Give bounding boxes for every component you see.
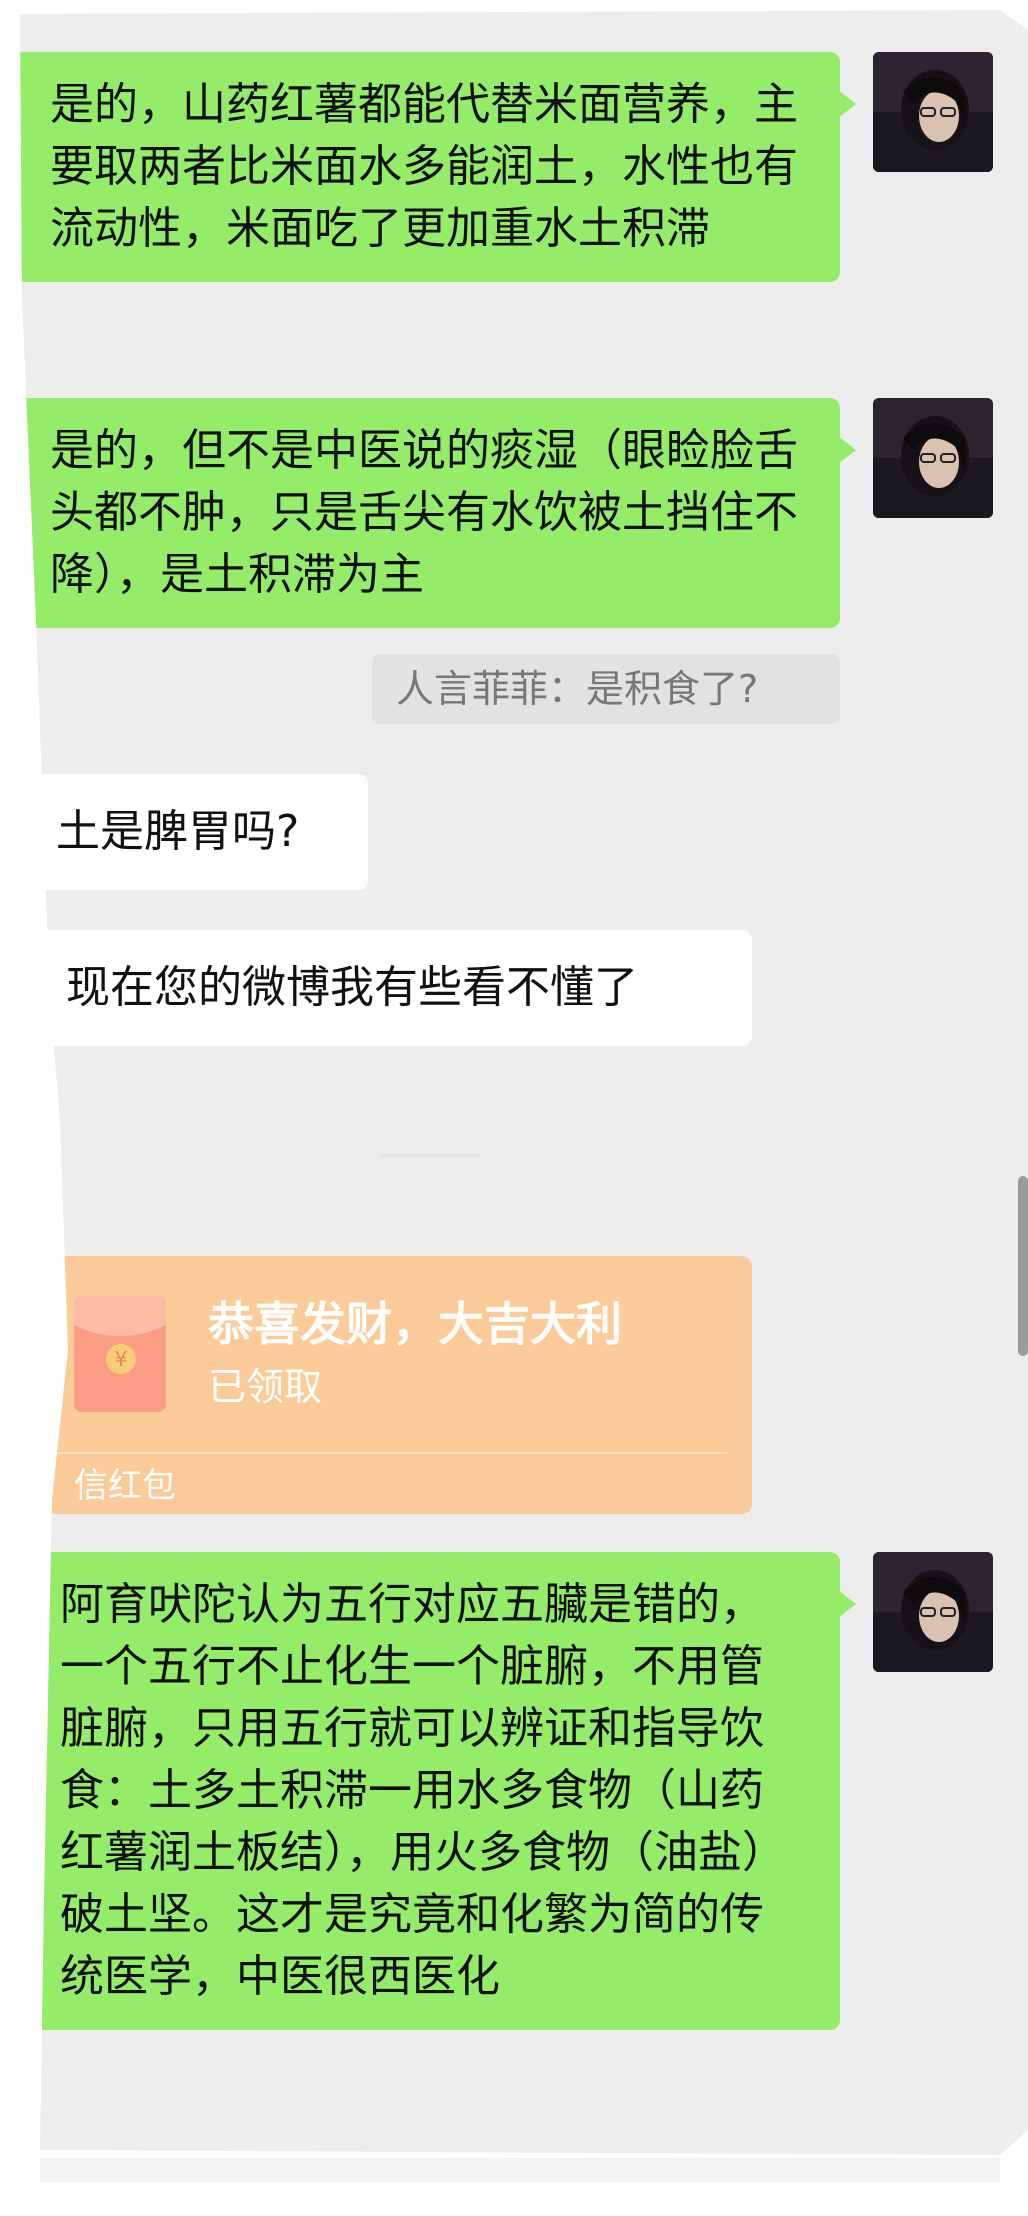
message-text: 是的，山药红薯都能代替米面营养，主要取两者比米面水多能润土，水性也有流动性，米面… [50, 79, 798, 254]
message-bubble-outgoing[interactable]: 是的，山药红薯都能代替米面营养，主要取两者比米面水多能润土，水性也有流动性，米面… [20, 52, 856, 282]
packet-flap [74, 1296, 166, 1336]
avatar-icon [873, 1552, 993, 1672]
message-text: 土是脾胃吗? [56, 806, 300, 857]
avatar-icon [873, 398, 993, 518]
red-packet-icon: ¥ [74, 1296, 166, 1412]
message-bubble-outgoing[interactable]: 阿育吠陀认为五行对应五臟是错的，一个五行不止化生一个脏腑，不用管脏腑，只用五行就… [24, 1552, 856, 2030]
quoted-reply[interactable]: 人言菲菲：是积食了? [372, 654, 840, 724]
message-bubble-incoming[interactable]: 现在您的微博我有些看不懂了 [28, 930, 752, 1046]
red-packet-label: 信红包 [74, 1466, 176, 1506]
avatar[interactable] [873, 1552, 993, 1672]
message-text: 阿育吠陀认为五行对应五臟是错的，一个五行不止化生一个脏腑，不用管脏腑，只用五行就… [60, 1579, 786, 2002]
red-packet-card[interactable]: ¥ 恭喜发财，大吉大利 已领取 信红包 [34, 1256, 752, 1514]
divider [380, 1154, 480, 1157]
avatar-icon [873, 52, 993, 172]
quote-text: 人言菲菲：是积食了? [396, 667, 759, 711]
coin-icon: ¥ [106, 1344, 136, 1374]
message-bubble-incoming[interactable]: 土是脾胃吗? [20, 774, 368, 890]
divider [58, 1452, 728, 1454]
avatar[interactable] [873, 398, 993, 518]
red-packet-status: 已领取 [208, 1365, 323, 1409]
red-packet-title: 恭喜发财，大吉大利 [208, 1297, 622, 1351]
scrollbar[interactable] [1018, 1176, 1028, 1356]
message-text: 是的，但不是中医说的痰湿（眼睑脸舌头都不肿，只是舌尖有水饮被土挡住不降），是土积… [50, 425, 798, 600]
page-edge [40, 2158, 1000, 2182]
red-packet-body: ¥ 恭喜发财，大吉大利 已领取 [34, 1256, 752, 1452]
avatar[interactable] [873, 52, 993, 172]
message-bubble-outgoing[interactable]: 是的，但不是中医说的痰湿（眼睑脸舌头都不肿，只是舌尖有水饮被土挡住不降），是土积… [20, 398, 856, 628]
message-text: 现在您的微博我有些看不懂了 [66, 962, 638, 1013]
chat-area: 是的，山药红薯都能代替米面营养，主要取两者比米面水多能润土，水性也有流动性，米面… [20, 10, 1028, 2155]
